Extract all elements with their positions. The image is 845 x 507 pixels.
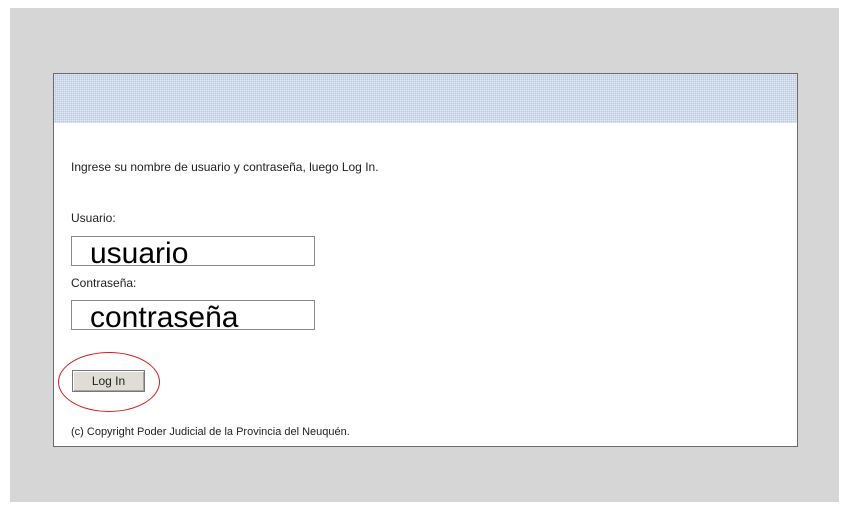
password-label: Contraseña: <box>71 276 137 290</box>
page-backdrop: Ingrese su nombre de usuario y contraseñ… <box>10 8 839 502</box>
login-instructions: Ingrese su nombre de usuario y contraseñ… <box>71 160 379 174</box>
login-button[interactable]: Log In <box>72 370 145 392</box>
copyright-text: (c) Copyright Poder Judicial de la Provi… <box>71 426 350 438</box>
username-input[interactable] <box>71 236 315 266</box>
password-input[interactable] <box>71 300 315 330</box>
username-label: Usuario: <box>71 211 116 225</box>
login-panel: Ingrese su nombre de usuario y contraseñ… <box>53 73 798 447</box>
header-banner <box>54 74 797 123</box>
